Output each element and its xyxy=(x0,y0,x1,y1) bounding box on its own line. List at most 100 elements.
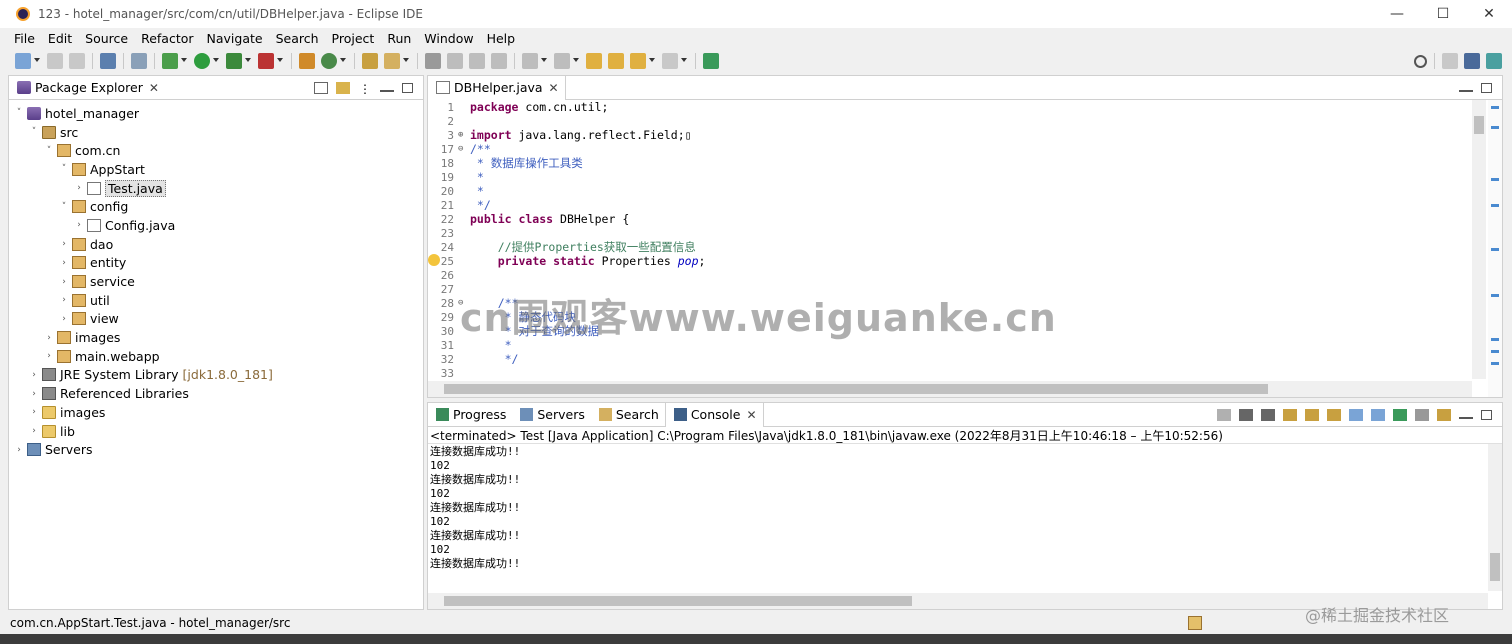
java-ee-perspective-icon[interactable] xyxy=(1464,53,1480,69)
show-on-stdout-icon[interactable] xyxy=(1349,408,1363,421)
debug-dropdown-icon[interactable] xyxy=(181,58,187,64)
chevron-down-icon[interactable]: ˅ xyxy=(28,127,40,137)
menu-refactor[interactable]: Refactor xyxy=(141,31,193,46)
save-icon[interactable] xyxy=(47,53,63,69)
code-line[interactable]: 21 */ xyxy=(428,198,1472,212)
code-line[interactable]: 33 xyxy=(428,366,1472,380)
debug-perspective-icon[interactable] xyxy=(1486,53,1502,69)
coverage-dropdown-icon[interactable] xyxy=(245,58,251,64)
minimize-button[interactable]: — xyxy=(1374,0,1420,28)
collapse-all-icon[interactable] xyxy=(314,81,328,94)
menu-search[interactable]: Search xyxy=(276,31,319,46)
new-icon[interactable] xyxy=(15,53,31,69)
code-line[interactable]: 23 xyxy=(428,226,1472,240)
tree-item[interactable]: › service xyxy=(9,272,423,291)
overview-marker[interactable] xyxy=(1491,204,1499,207)
warning-icon[interactable] xyxy=(428,254,440,266)
overview-marker[interactable] xyxy=(1491,106,1499,109)
code-line[interactable]: 17 ⊖/** xyxy=(428,142,1472,156)
chevron-right-icon[interactable]: › xyxy=(43,351,55,361)
coverage-icon[interactable] xyxy=(226,53,242,69)
tree-item[interactable]: › main.webapp xyxy=(9,347,423,366)
scrollbar-thumb[interactable] xyxy=(1474,116,1484,134)
chevron-right-icon[interactable]: › xyxy=(58,295,70,305)
back-dropdown-icon[interactable] xyxy=(649,58,655,64)
overview-marker[interactable] xyxy=(1491,248,1499,251)
code-line[interactable]: 32 */ xyxy=(428,352,1472,366)
code-line[interactable]: 3 ⊕ import java.lang.reflect.Field;▯ xyxy=(428,128,1472,142)
console-vertical-scrollbar[interactable] xyxy=(1488,444,1502,591)
code-line[interactable]: 28 ⊖ /** xyxy=(428,296,1472,310)
open-console-icon[interactable] xyxy=(1437,408,1451,421)
code-line[interactable]: 29 * 静态代码块 xyxy=(428,310,1472,324)
tree-item[interactable]: ˅ hotel_manager xyxy=(9,104,423,123)
close-icon[interactable]: ✕ xyxy=(746,408,756,422)
maximize-view-icon[interactable] xyxy=(402,82,413,93)
code-line[interactable]: 18 * 数据库操作工具类 xyxy=(428,156,1472,170)
tab-progress[interactable]: Progress xyxy=(428,403,512,427)
overview-marker[interactable] xyxy=(1491,350,1499,353)
menu-project[interactable]: Project xyxy=(332,31,375,46)
remove-launch-icon[interactable] xyxy=(1239,408,1253,421)
new-class-icon[interactable] xyxy=(321,53,337,69)
scroll-lock-icon[interactable] xyxy=(1305,408,1319,421)
tree-item[interactable]: ˅ com.cn xyxy=(9,141,423,160)
chevron-right-icon[interactable]: › xyxy=(28,407,40,417)
code-line[interactable]: 30 * 对于查询的数据 xyxy=(428,324,1472,338)
run-icon[interactable] xyxy=(194,53,210,69)
chevron-right-icon[interactable]: › xyxy=(58,314,70,324)
display-console-icon[interactable] xyxy=(1415,408,1429,421)
menu-run[interactable]: Run xyxy=(387,31,411,46)
scrollbar-thumb[interactable] xyxy=(444,596,912,606)
previous-annotation-dropdown-icon[interactable] xyxy=(573,58,579,64)
console-output[interactable]: 连接数据库成功!! 102 连接数据库成功!! 102 连接数据库成功!! 102 连接数据… xyxy=(428,444,1502,570)
fold-toggle-icon[interactable]: ⊖ xyxy=(458,144,468,154)
menu-file[interactable]: File xyxy=(14,31,35,46)
minimize-view-icon[interactable] xyxy=(1459,411,1473,419)
toggle-block-selection-icon[interactable] xyxy=(447,53,463,69)
back-icon[interactable] xyxy=(630,53,646,69)
code-line[interactable]: 27 xyxy=(428,282,1472,296)
terminal-icon[interactable] xyxy=(100,53,116,69)
code-line[interactable]: 2 xyxy=(428,114,1472,128)
open-perspective-icon[interactable] xyxy=(1442,53,1458,69)
tab-package-explorer[interactable]: Package Explorer ✕ xyxy=(9,76,165,100)
minimize-view-icon[interactable] xyxy=(380,84,394,92)
view-menu-icon[interactable]: ⋮ xyxy=(358,82,372,96)
menu-source[interactable]: Source xyxy=(85,31,128,46)
chevron-down-icon[interactable]: ˅ xyxy=(58,202,70,212)
tab-search[interactable]: Search xyxy=(591,403,665,427)
code-line[interactable]: 25 private static Properties pop; xyxy=(428,254,1472,268)
code-line[interactable]: 19 * xyxy=(428,170,1472,184)
terminate-icon[interactable] xyxy=(1217,408,1231,421)
editor-horizontal-scrollbar[interactable] xyxy=(428,381,1472,397)
pin-editor-icon[interactable] xyxy=(703,53,719,69)
fold-toggle-icon[interactable]: ⊖ xyxy=(458,298,468,308)
close-icon[interactable]: ✕ xyxy=(549,81,559,95)
tree-item[interactable]: › Referenced Libraries xyxy=(9,384,423,403)
tree-item[interactable]: › Config.java xyxy=(9,216,423,235)
code-line[interactable]: 24 //提供Properties获取一些配置信息 xyxy=(428,240,1472,254)
code-editor[interactable]: 1 package com.cn.util; 2 3 ⊕ import java.lang… xyxy=(428,100,1472,379)
pilcrow-icon[interactable] xyxy=(491,53,507,69)
code-line[interactable]: 31 * xyxy=(428,338,1472,352)
show-whitespace-icon[interactable] xyxy=(469,53,485,69)
new-class-dropdown-icon[interactable] xyxy=(340,58,346,64)
pin-console-icon[interactable] xyxy=(1393,408,1407,421)
chevron-right-icon[interactable]: › xyxy=(73,183,85,193)
search-dropdown-icon[interactable] xyxy=(403,58,409,64)
forward-icon[interactable] xyxy=(662,53,678,69)
overview-marker[interactable] xyxy=(1491,178,1499,181)
close-icon[interactable]: ✕ xyxy=(149,81,159,95)
maximize-button[interactable]: ☐ xyxy=(1420,0,1466,28)
external-tools-dropdown-icon[interactable] xyxy=(277,58,283,64)
chevron-right-icon[interactable]: › xyxy=(73,220,85,230)
debug-icon[interactable] xyxy=(162,53,178,69)
tree-item[interactable]: › util xyxy=(9,291,423,310)
chevron-right-icon[interactable]: › xyxy=(13,445,25,455)
tree-item[interactable]: › view xyxy=(9,310,423,329)
toggle-mark-occurrences-icon[interactable] xyxy=(425,53,441,69)
overview-marker[interactable] xyxy=(1491,362,1499,365)
save-all-icon[interactable] xyxy=(69,53,85,69)
tree-item[interactable]: › images xyxy=(9,328,423,347)
